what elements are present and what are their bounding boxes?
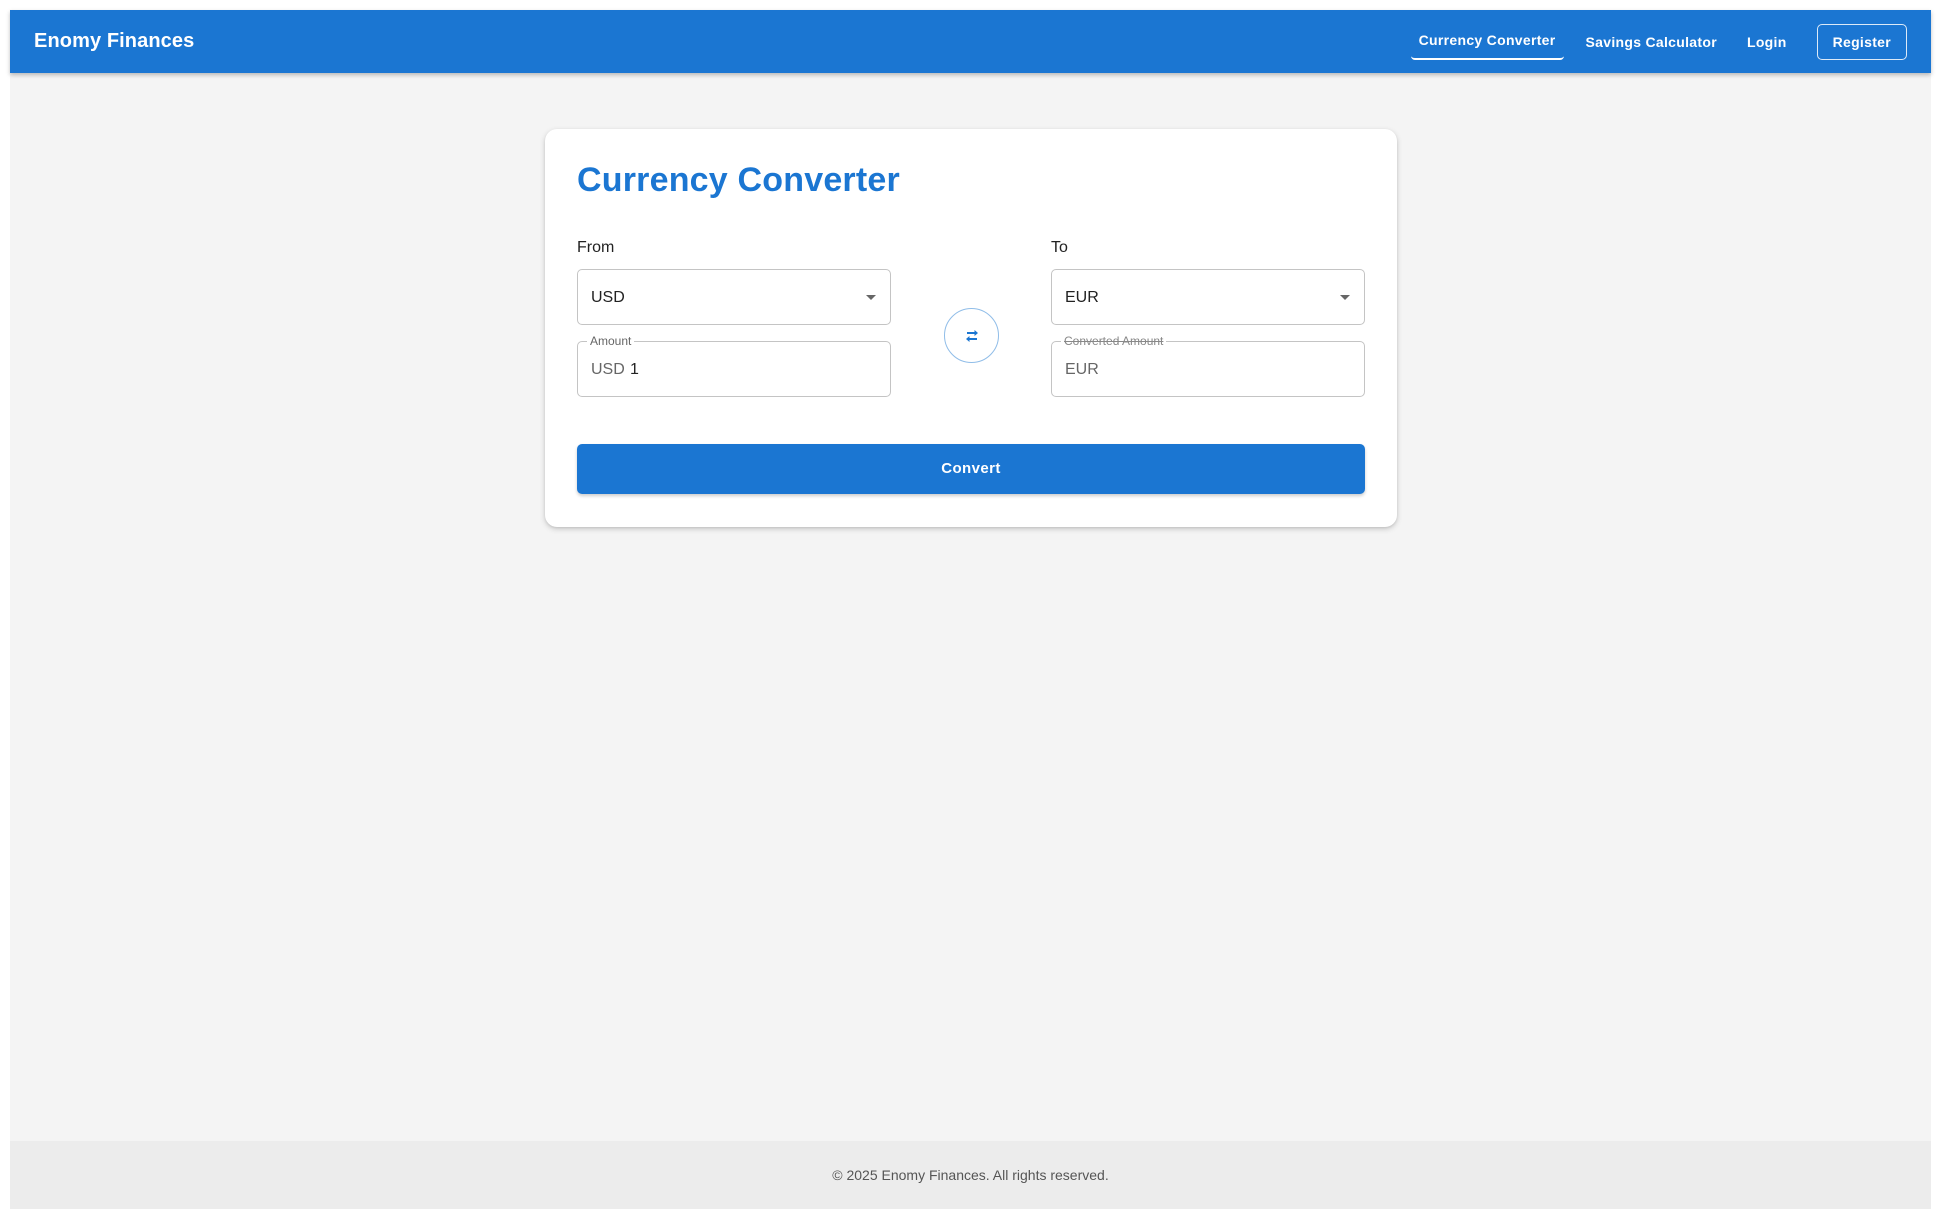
nav-savings-calculator[interactable]: Savings Calculator [1578,24,1725,60]
page-title: Currency Converter [577,161,900,199]
to-currency-select[interactable]: EUR [1051,269,1365,325]
amount-input[interactable]: 1 [630,361,639,379]
chevron-down-icon [1340,295,1350,300]
from-label: From [577,239,615,256]
top-nav: Currency Converter Savings Calculator Lo… [1397,10,1907,73]
nav-register-button[interactable]: Register [1816,23,1907,60]
to-label: To [1051,239,1068,256]
swap-horizontal-icon [966,330,978,342]
nav-currency-converter[interactable]: Currency Converter [1410,24,1564,60]
nav-login[interactable]: Login [1739,24,1795,60]
footer: © 2025 Enomy Finances. All rights reserv… [10,1141,1931,1209]
converter-card: Currency Converter From USD Amount USD 1… [545,129,1397,527]
footer-copyright: © 2025 Enomy Finances. All rights reserv… [832,1167,1109,1183]
amount-prefix: USD [591,361,625,378]
from-currency-select[interactable]: USD [577,269,891,325]
converted-amount-prefix: EUR [1065,361,1099,378]
converted-amount-label: Converted Amount [1061,334,1167,348]
to-currency-value: EUR [1065,289,1099,306]
brand-logo-text[interactable]: Enomy Finances [34,30,194,53]
from-currency-value: USD [591,289,625,306]
app-frame: Enomy Finances Currency Converter Saving… [10,10,1931,1209]
convert-button[interactable]: Convert [577,444,1365,494]
swap-currencies-button[interactable] [944,308,999,363]
amount-label: Amount [587,334,635,348]
converted-amount-field[interactable]: Converted Amount EUR [1051,334,1365,397]
app-bar: Enomy Finances Currency Converter Saving… [10,10,1931,73]
chevron-down-icon [866,295,876,300]
amount-field[interactable]: Amount USD 1 [577,334,891,397]
